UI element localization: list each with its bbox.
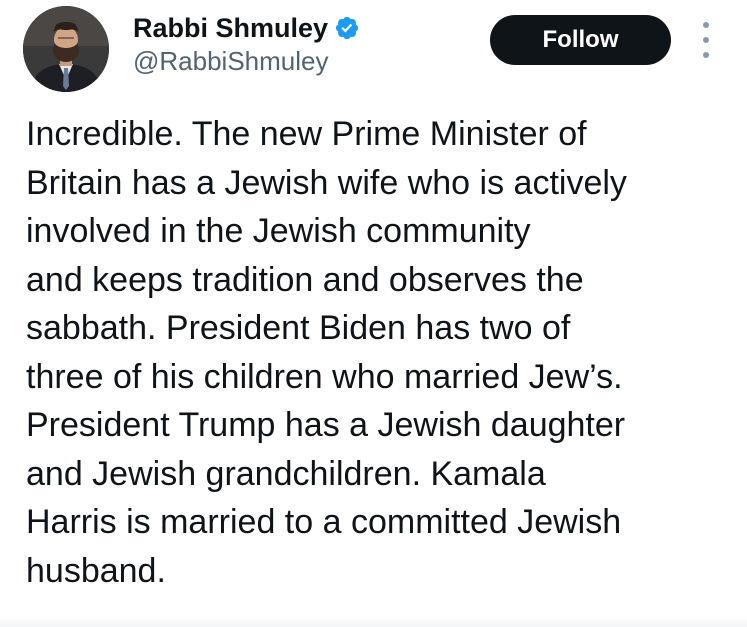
more-options-icon[interactable] bbox=[696, 22, 716, 58]
verified-badge-icon bbox=[334, 15, 360, 41]
tweet-card: Rabbi Shmuley @RabbiShmuley Follow Incre… bbox=[0, 0, 747, 627]
more-dot bbox=[703, 52, 709, 58]
more-dot bbox=[703, 22, 709, 28]
author-display-name[interactable]: Rabbi Shmuley bbox=[133, 13, 328, 44]
profile-photo-icon bbox=[23, 6, 109, 92]
author-avatar[interactable] bbox=[23, 6, 109, 92]
follow-button[interactable]: Follow bbox=[490, 15, 671, 65]
author-handle[interactable]: @RabbiShmuley bbox=[133, 46, 328, 77]
card-bottom-edge bbox=[0, 615, 747, 627]
author-name-row[interactable]: Rabbi Shmuley bbox=[133, 10, 360, 46]
more-dot bbox=[703, 37, 709, 43]
tweet-text: Incredible. The new Prime Minister of Br… bbox=[26, 115, 627, 590]
